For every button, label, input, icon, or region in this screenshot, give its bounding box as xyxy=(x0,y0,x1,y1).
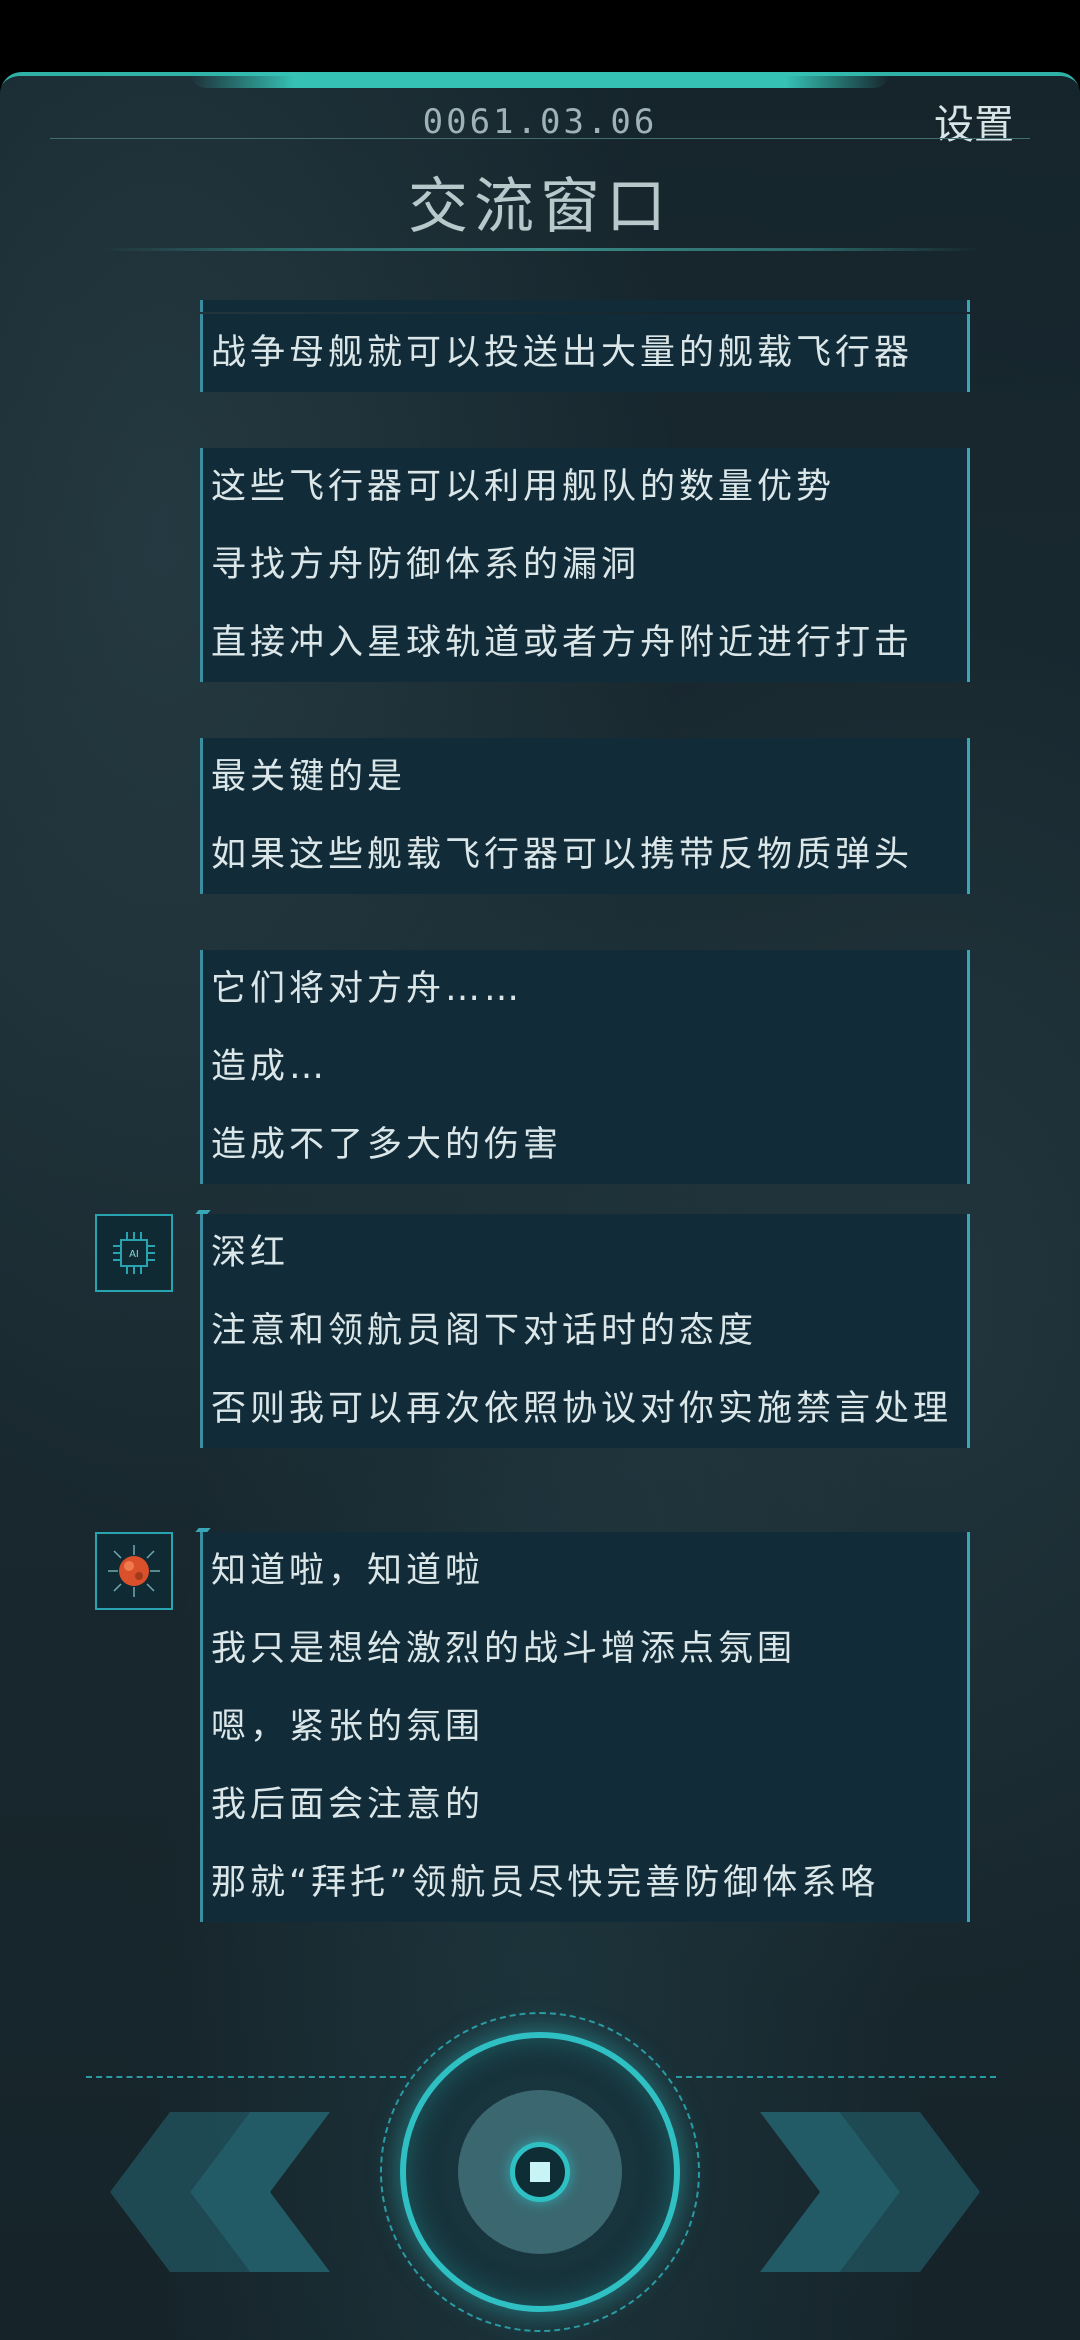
message-bubble: 否则我可以再次依照协议对你实施禁言处理 xyxy=(200,1370,970,1448)
message-bubble: 最关键的是 xyxy=(200,738,970,816)
header-divider xyxy=(50,138,1030,139)
page-title: 交流窗口 xyxy=(408,172,672,242)
title-underline xyxy=(100,248,980,251)
message-bubble: 嗯，紧张的氛围 xyxy=(200,1688,970,1766)
message-bubble: 那就“拜托”领航员尽快完善防御体系咯 xyxy=(200,1844,970,1922)
double-chevron-left-icon[interactable] xyxy=(100,2112,330,2272)
chat-screen: 0061.03.06 设置 交流窗口 战争母舰就可以投送出大量的舰载飞行器 这些… xyxy=(0,72,1080,2340)
message-bubble: 造成… xyxy=(200,1028,970,1106)
message-bubble: 我只是想给激烈的战斗增添点氛围 xyxy=(200,1610,970,1688)
message-bubble: 造成不了多大的伤害 xyxy=(200,1106,970,1184)
message-bubble: 战争母舰就可以投送出大量的舰载飞行器 xyxy=(200,314,970,392)
message-bubble: 它们将对方舟…… xyxy=(200,950,970,1028)
red-planet-avatar-icon xyxy=(108,1545,160,1597)
ai-avatar[interactable]: AI xyxy=(95,1214,173,1292)
message-bubble: 这些飞行器可以利用舰队的数量优势 xyxy=(200,448,970,526)
message-bubble: 我后面会注意的 xyxy=(200,1766,970,1844)
double-chevron-right-icon[interactable] xyxy=(750,2112,980,2272)
message-bubble: 注意和领航员阁下对话时的态度 xyxy=(200,1292,970,1370)
frame-top-glow xyxy=(190,72,890,88)
message-bubble: 寻找方舟防御体系的漏洞 xyxy=(200,526,970,604)
message-bubble: 直接冲入星球轨道或者方舟附近进行打击 xyxy=(200,604,970,682)
settings-button[interactable]: 设置 xyxy=(934,92,1014,150)
message-bubble: 知道啦，知道啦 xyxy=(200,1532,970,1610)
svg-text:AI: AI xyxy=(129,1249,139,1260)
control-line-left xyxy=(86,2076,406,2078)
message-fragment xyxy=(200,300,970,312)
message-bubble: 如果这些舰载飞行器可以携带反物质弹头 xyxy=(200,816,970,894)
ai-chip-icon: AI xyxy=(113,1232,155,1274)
message-bubble: 深红 xyxy=(200,1214,970,1292)
game-date: 0061.03.06 xyxy=(422,102,658,142)
control-line-right xyxy=(676,2076,996,2078)
user-avatar[interactable] xyxy=(95,1532,173,1610)
main-button-center-dot xyxy=(530,2162,550,2182)
